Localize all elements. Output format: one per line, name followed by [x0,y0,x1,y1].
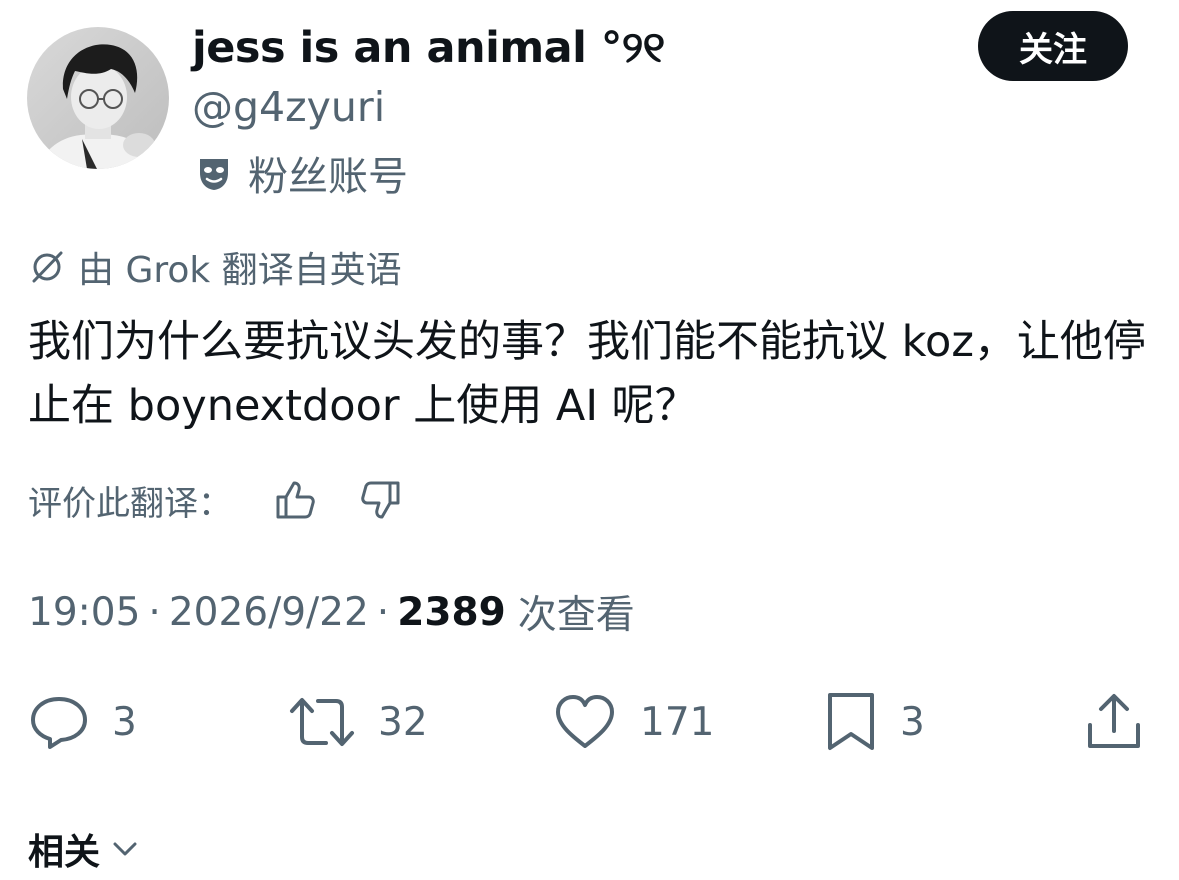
thumbs-up-icon [276,481,315,519]
thumbs-down-button[interactable] [356,475,406,525]
reply-icon [31,697,87,749]
tweet-text: 我们为什么要抗议头发的事？我们能不能抗议 koz，让他停止在 boynextdo… [28,317,1146,431]
grok-icon [32,251,63,283]
account-type-badge: 粉丝账号 [194,146,408,200]
user-handle[interactable]: @g4zyuri [192,80,385,134]
meta-separator: · [376,589,390,635]
share-icon [1088,694,1140,748]
meta-separator: · [148,589,161,635]
tweet-date[interactable]: 2026/9/22 [169,590,369,635]
follow-button[interactable]: 关注 [978,11,1128,81]
views-count[interactable]: 2389 [397,590,506,635]
tweet-time[interactable]: 19:05 [28,590,140,635]
bookmark-button[interactable]: 3 [824,690,925,754]
bookmark-icon [828,693,874,750]
like-count: 171 [640,699,715,745]
rate-translation: 评价此翻译： [28,472,406,528]
related-label: 相关 [28,832,101,873]
like-button[interactable]: 171 [552,690,714,754]
reply-button[interactable]: 3 [28,690,137,754]
repost-icon [290,698,354,746]
translation-note[interactable]: 由 Grok 翻译自英语 [28,242,402,292]
heart-icon [556,695,614,748]
mask-icon [200,159,228,190]
views-label: 次查看 [517,593,635,638]
avatar-image [27,27,169,169]
rate-translation-label: 评价此翻译： [28,483,232,524]
share-button[interactable] [1084,690,1144,754]
related-toggle[interactable]: 相关 [28,822,140,876]
account-type-label: 粉丝账号 [248,154,408,200]
reply-count: 3 [112,699,137,745]
translation-note-text: 由 Grok 翻译自英语 [78,250,402,291]
thumbs-up-button[interactable] [270,475,320,525]
repost-button[interactable]: 32 [288,690,428,754]
bookmark-count: 3 [900,699,925,745]
chevron-down-icon [113,842,137,856]
tweet-meta: 19:05 · 2026/9/22 · 2389 次查看 [28,584,635,640]
avatar[interactable] [27,27,169,169]
thumbs-down-icon [361,481,400,519]
display-name[interactable]: jess is an animal °୨୧ [192,20,665,76]
repost-count: 32 [378,699,428,745]
